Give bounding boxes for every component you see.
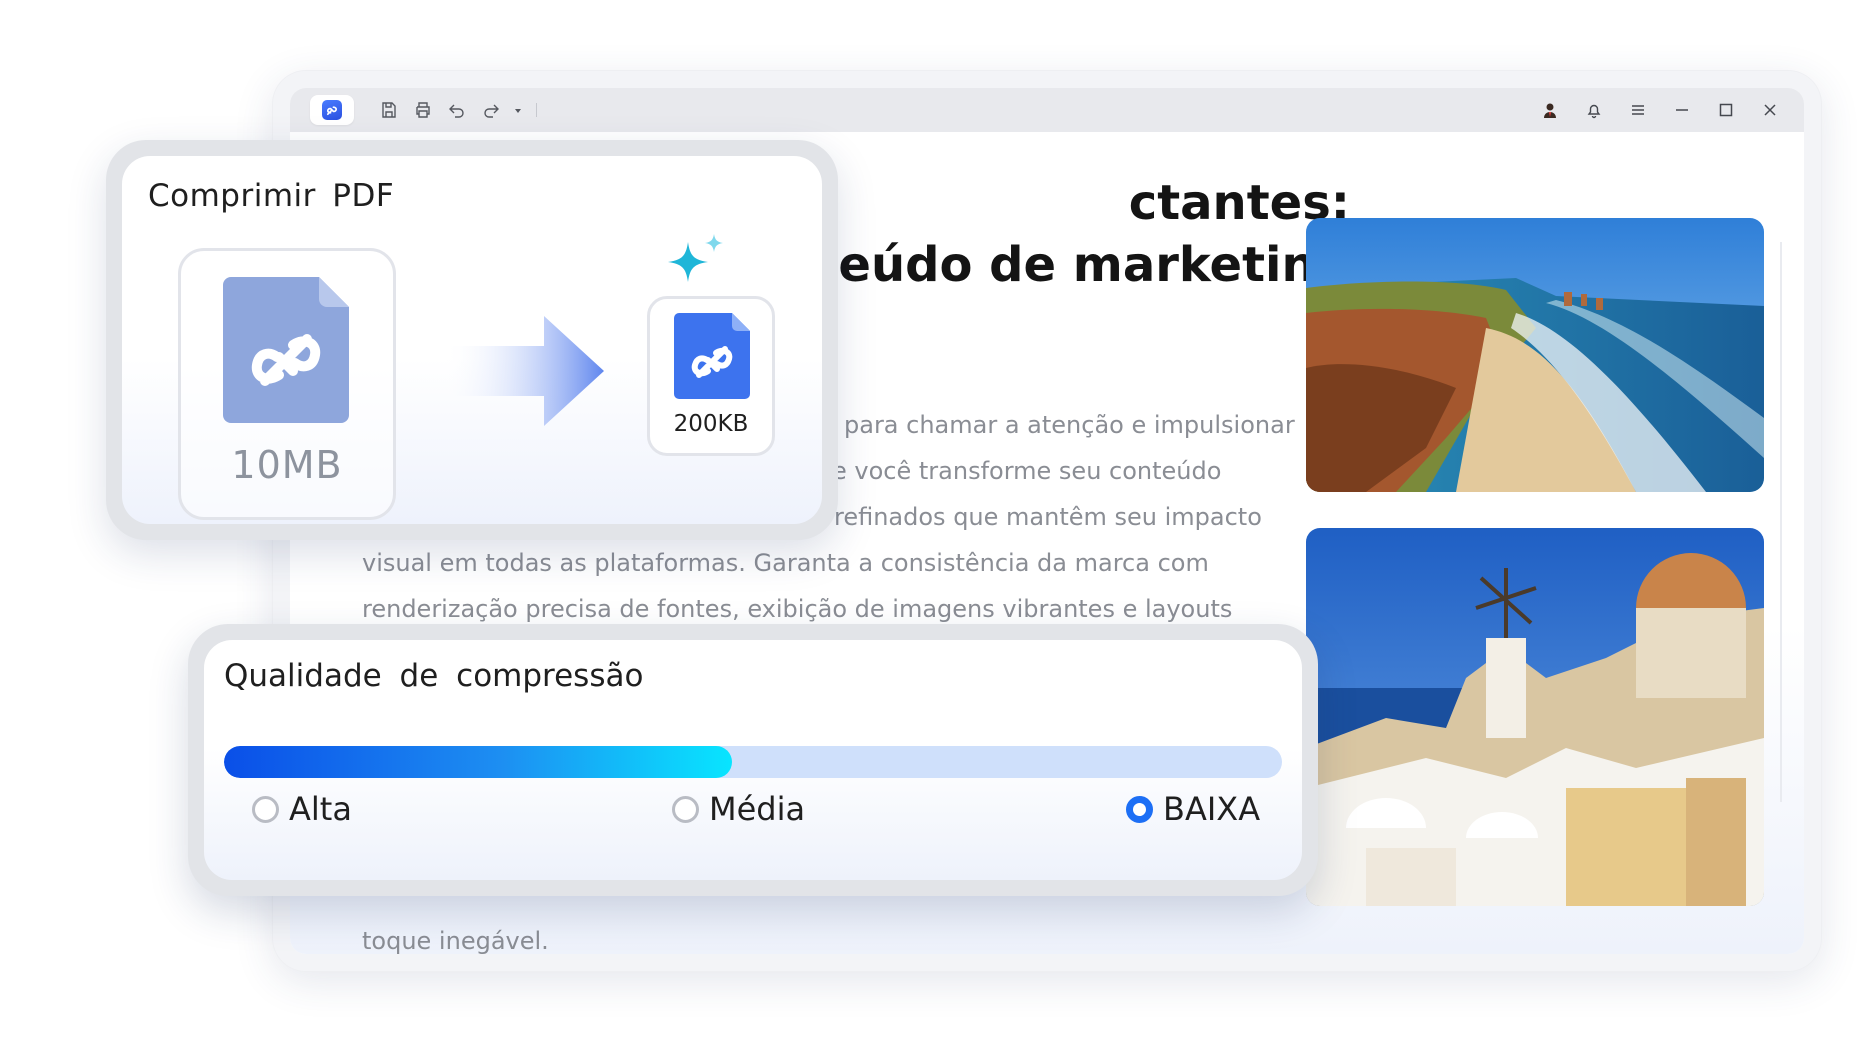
toolbar-divider — [536, 103, 537, 117]
body-line: visual em todas as plataformas. Garanta … — [362, 549, 1209, 577]
option-label: BAIXA — [1163, 790, 1261, 828]
option-label: Média — [709, 790, 806, 828]
arrow-right-icon — [444, 316, 604, 426]
compress-pdf-panel: Comprimir PDF 10MB 200KB — [106, 140, 838, 540]
village-photo — [1306, 528, 1764, 906]
bell-icon[interactable] — [1576, 93, 1612, 127]
quality-slider-fill — [224, 746, 732, 778]
compress-title: Comprimir PDF — [148, 178, 395, 214]
redo-icon[interactable] — [474, 93, 508, 127]
print-icon[interactable] — [406, 93, 440, 127]
quality-slider[interactable] — [224, 746, 1282, 778]
coast-photo — [1306, 218, 1764, 492]
caret-down-icon[interactable] — [508, 93, 528, 127]
compressed-file-tile: 200KB — [647, 296, 775, 456]
pdf-file-icon — [223, 277, 349, 423]
close-icon[interactable] — [1752, 93, 1788, 127]
minimize-icon[interactable] — [1664, 93, 1700, 127]
radio-media[interactable] — [672, 795, 699, 823]
save-icon[interactable] — [372, 93, 406, 127]
sparkle-icon — [668, 234, 723, 282]
option-label: Alta — [289, 790, 352, 828]
compress-pdf-card: Comprimir PDF 10MB 200KB — [122, 156, 822, 524]
option-alta[interactable]: Alta — [252, 790, 352, 828]
window-controls — [1532, 93, 1788, 127]
quality-options: Alta Média BAIXA — [204, 790, 1302, 840]
compressed-file-size: 200KB — [673, 411, 749, 437]
radio-baixa[interactable] — [1126, 795, 1153, 823]
option-media[interactable]: Média — [672, 790, 805, 828]
app-logo-icon[interactable] — [310, 95, 354, 125]
radio-alta[interactable] — [252, 795, 279, 823]
menu-icon[interactable] — [1620, 93, 1656, 127]
original-file-size: 10MB — [231, 443, 343, 487]
body-line: toque inegável. — [362, 927, 549, 954]
scrollbar[interactable] — [1780, 242, 1782, 802]
pdf-file-icon — [674, 313, 750, 399]
original-file-tile: 10MB — [178, 248, 396, 520]
compression-quality-panel: Qualidade de compressão Alta Média BAIXA — [188, 624, 1318, 896]
avatar[interactable] — [1532, 93, 1568, 127]
compression-quality-card: Qualidade de compressão Alta Média BAIXA — [204, 640, 1302, 880]
quality-title: Qualidade de compressão — [224, 658, 644, 694]
option-baixa[interactable]: BAIXA — [1126, 790, 1260, 828]
title-bar — [290, 88, 1804, 132]
maximize-icon[interactable] — [1708, 93, 1744, 127]
undo-icon[interactable] — [440, 93, 474, 127]
